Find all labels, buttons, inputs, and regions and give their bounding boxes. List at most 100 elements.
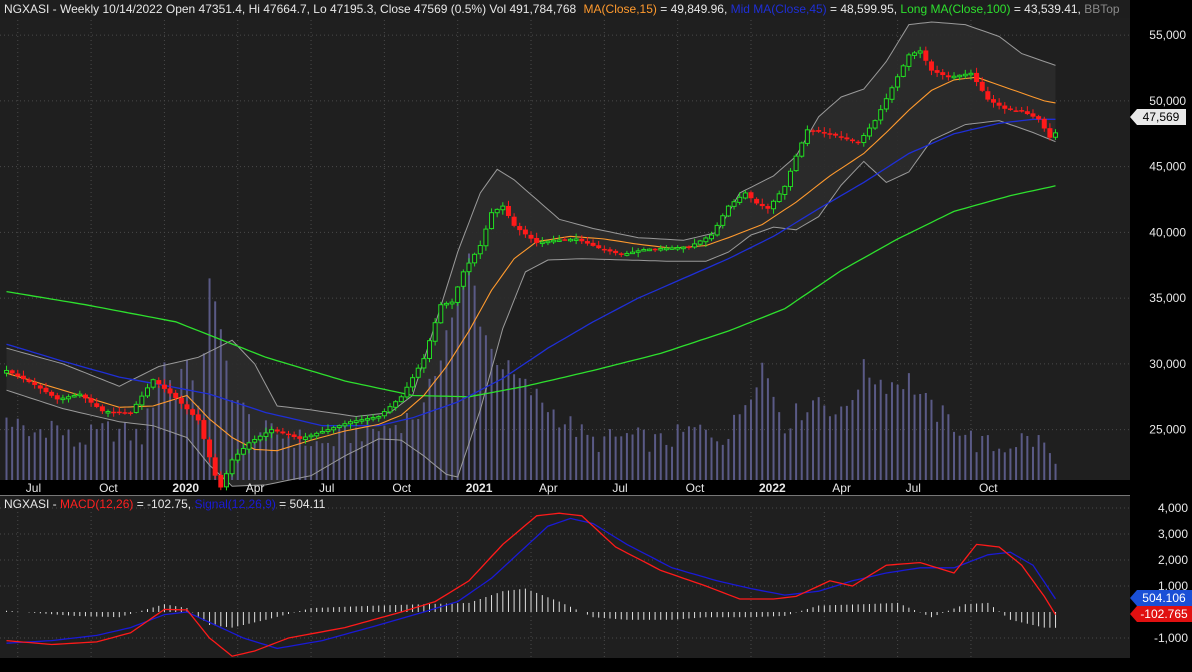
candle-body — [827, 133, 833, 135]
candle-body — [584, 241, 590, 244]
ma-long-value: = 43,539.41, — [1014, 2, 1084, 16]
candle-body — [573, 238, 579, 241]
candle-body — [579, 238, 585, 242]
candle-body — [968, 72, 974, 76]
candle-body — [855, 141, 861, 144]
candle-body — [991, 99, 996, 103]
candle-body — [167, 388, 173, 394]
current-price-tag-label: 47,569 — [1143, 110, 1180, 124]
candle-body — [787, 170, 793, 188]
ma-short-legend: MA(Close,15) — [584, 2, 657, 16]
macd-value-tag-label: -102.765 — [1140, 607, 1188, 621]
candle-body — [680, 246, 686, 250]
candle-body — [776, 193, 782, 203]
candle-body — [342, 423, 348, 427]
candle-body — [799, 142, 805, 157]
macd-axis-label: -1,000 — [1154, 631, 1188, 645]
candle-body — [286, 433, 291, 436]
macd-value-tag: -102.765 — [1130, 606, 1192, 622]
candle-body — [528, 234, 534, 239]
candle-body — [720, 215, 726, 226]
candle-body — [404, 386, 410, 398]
candle-body — [43, 387, 49, 393]
candle-body — [60, 397, 66, 401]
time-axis-label: Jul — [612, 481, 627, 495]
candle-body — [889, 87, 895, 100]
macd-axis-label: 4,000 — [1158, 501, 1188, 515]
candle-body — [511, 216, 517, 226]
macd-header: NGXASI - MACD(12,26) = -102.75, Signal(1… — [4, 497, 326, 511]
candle-body — [624, 252, 630, 256]
candle-body — [150, 379, 156, 388]
candle-body — [607, 249, 613, 252]
candle-body — [844, 137, 850, 140]
candle-body — [201, 420, 207, 439]
price-axis-label: 55,000 — [1149, 28, 1186, 42]
candle-body — [1007, 108, 1013, 110]
candle-body — [223, 473, 229, 488]
candle-body — [641, 248, 647, 252]
price-header: NGXASI - Weekly 10/14/2022 Open 47351.4,… — [4, 2, 1120, 16]
candle-body — [601, 248, 607, 251]
candle-body — [923, 50, 929, 61]
candle-body — [212, 457, 218, 476]
candle-body — [821, 132, 827, 134]
candle-body — [917, 50, 923, 54]
candle-body — [1041, 118, 1047, 129]
candle-body — [116, 411, 122, 414]
candle-body — [82, 394, 88, 399]
candle-body — [133, 403, 139, 413]
macd-legend: MACD(12,26) — [60, 497, 133, 511]
candle-body — [398, 396, 404, 403]
candle-body — [646, 248, 652, 252]
candle-body — [714, 224, 720, 236]
candle-body — [443, 302, 449, 306]
time-axis-label: Jul — [319, 481, 334, 495]
candle-body — [562, 239, 568, 241]
candle-body — [280, 431, 286, 434]
candle-body — [319, 430, 325, 434]
candle-body — [539, 241, 545, 245]
candle-body — [883, 98, 889, 110]
candle-body — [957, 74, 963, 78]
candle-body — [686, 246, 692, 249]
price-axis-label: 45,000 — [1149, 160, 1186, 174]
macd-axis-label: 2,000 — [1158, 553, 1188, 567]
candle-body — [630, 251, 636, 255]
candle-body — [568, 238, 573, 242]
candle-body — [32, 382, 38, 385]
time-axis-label: Jul — [26, 481, 41, 495]
candle-body — [974, 72, 980, 83]
candle-body — [838, 136, 844, 138]
candle-body — [505, 205, 511, 216]
candle-body — [669, 247, 675, 250]
candle-body — [489, 212, 495, 230]
candle-body — [410, 377, 416, 388]
candle-body — [252, 439, 258, 443]
candle-body — [415, 367, 421, 378]
candle-body — [765, 206, 771, 209]
candle-body — [263, 432, 269, 437]
candle-body — [663, 247, 669, 251]
candle-body — [613, 250, 619, 254]
candle-body — [675, 247, 681, 250]
candle-body — [122, 412, 128, 414]
candle-body — [438, 304, 444, 324]
candle-body — [381, 411, 387, 417]
candle-body — [161, 384, 167, 389]
candle-body — [466, 262, 472, 273]
candle-body — [866, 127, 872, 137]
signal-value: = 504.11 — [279, 497, 325, 511]
candle-body — [494, 208, 500, 214]
candle-body — [111, 411, 117, 414]
candle-body — [759, 203, 765, 207]
candle-body — [833, 133, 839, 136]
candle-body — [906, 54, 912, 67]
candle-body — [331, 427, 337, 431]
candle-body — [314, 432, 320, 437]
candle-body — [1019, 110, 1025, 112]
candle-body — [94, 403, 100, 407]
candle-body — [1002, 105, 1008, 109]
candle-body — [207, 439, 213, 458]
time-axis-label: 2022 — [759, 481, 786, 495]
